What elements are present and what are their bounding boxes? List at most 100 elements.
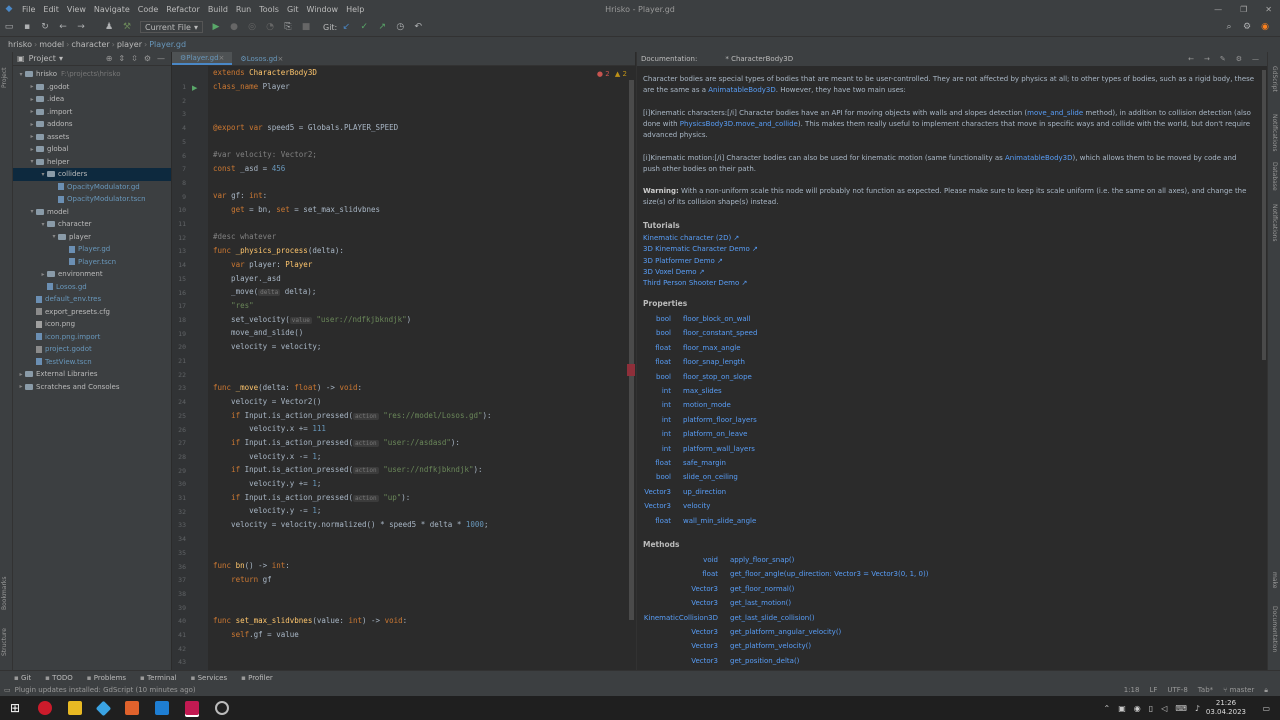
tool-window-git[interactable]: ▪ Git xyxy=(14,674,31,682)
tree-item[interactable]: ▾ helper xyxy=(13,156,171,169)
tree-item[interactable]: Losos.gd xyxy=(13,281,171,294)
method-return-type[interactable]: Vector3 xyxy=(637,628,718,636)
tree-item[interactable]: ▾ model xyxy=(13,206,171,219)
tree-toggle-icon[interactable]: ▸ xyxy=(28,96,36,103)
code-line[interactable]: velocity.x += 111 xyxy=(213,424,326,433)
error-stripe-marker[interactable] xyxy=(627,364,635,376)
tree-toggle-icon[interactable]: ▸ xyxy=(17,383,25,390)
tree-item[interactable]: icon.png.import xyxy=(13,331,171,344)
tree-toggle-icon[interactable]: ▸ xyxy=(28,146,36,153)
code-line[interactable]: player._asd xyxy=(213,274,281,283)
indent-setting[interactable]: Tab* xyxy=(1198,686,1213,695)
tree-toggle-icon[interactable]: ▾ xyxy=(28,158,36,165)
code-line[interactable]: class_name Player xyxy=(213,82,290,91)
menu-item-run[interactable]: Run xyxy=(236,5,251,14)
code-line[interactable]: func bn() -> int: xyxy=(213,561,290,570)
git-rollback-icon[interactable]: ↶ xyxy=(411,20,425,34)
tree-item[interactable]: project.godot xyxy=(13,343,171,356)
method-name[interactable]: apply_floor_snap() xyxy=(730,556,794,564)
git-history-icon[interactable]: ◷ xyxy=(393,20,407,34)
method-name[interactable]: get_platform_angular_velocity() xyxy=(730,628,841,636)
editor-scrollbar[interactable] xyxy=(629,80,634,620)
code-line[interactable]: velocity = Vector2() xyxy=(213,397,321,406)
run-gutter-icon[interactable]: ▶ xyxy=(192,84,197,92)
right-tool-tab[interactable]: Notifications xyxy=(1271,204,1278,242)
collapse-all-icon[interactable]: ⇳ xyxy=(131,54,138,63)
property-name[interactable]: floor_stop_on_slope xyxy=(683,373,752,381)
hide-icon[interactable]: — xyxy=(1252,55,1259,63)
code-line[interactable]: func _move(delta: float) -> void: xyxy=(213,383,362,392)
method-return-type[interactable]: void xyxy=(637,556,718,564)
doc-link[interactable]: move_and_slide xyxy=(1027,109,1083,117)
code-line[interactable]: self.gf = value xyxy=(213,630,299,639)
property-name[interactable]: velocity xyxy=(683,502,710,510)
property-type[interactable]: bool xyxy=(637,329,671,337)
menu-item-code[interactable]: Code xyxy=(138,5,158,14)
tree-item[interactable]: ▸ addons xyxy=(13,118,171,131)
code-line[interactable]: extends CharacterBody3D xyxy=(213,68,317,77)
tree-item[interactable]: ▸ .import xyxy=(13,106,171,119)
tray-volume-icon[interactable]: ◁ xyxy=(1161,704,1167,713)
tree-toggle-icon[interactable]: ▾ xyxy=(39,221,47,228)
method-return-type[interactable]: float xyxy=(637,570,718,578)
right-tool-tab[interactable]: Database xyxy=(1271,162,1278,191)
tool-window-terminal[interactable]: ▪ Terminal xyxy=(140,674,177,682)
code-line[interactable]: velocity = velocity; xyxy=(213,342,321,351)
code-line[interactable]: velocity.y += 1; xyxy=(213,479,321,488)
documentation-tab[interactable]: * CharacterBody3D xyxy=(725,55,793,63)
code-line[interactable]: @export var speed5 = Globals.PLAYER_SPEE… xyxy=(213,123,398,132)
tree-toggle-icon[interactable]: ▸ xyxy=(28,121,36,128)
tray-chevron-icon[interactable]: ⌃ xyxy=(1104,704,1111,713)
property-name[interactable]: floor_block_on_wall xyxy=(683,315,751,323)
tree-item[interactable]: ▸ environment xyxy=(13,268,171,281)
run-config-select[interactable]: Current File ▾ xyxy=(140,21,203,33)
property-type[interactable]: float xyxy=(637,344,671,352)
taskbar-clock[interactable]: 21:26 03.04.2023 xyxy=(1206,699,1246,717)
tray-sound-icon[interactable]: ♪ xyxy=(1195,704,1200,713)
property-name[interactable]: slide_on_ceiling xyxy=(683,473,738,481)
notification-icon[interactable]: ▭ xyxy=(1262,704,1270,713)
tool-window-todo[interactable]: ▪ TODO xyxy=(45,674,73,682)
app-diamond-icon[interactable] xyxy=(95,700,112,716)
project-tool-tab[interactable]: Project xyxy=(1,67,8,88)
app-blue-icon[interactable] xyxy=(155,701,169,715)
project-panel-title[interactable]: Project xyxy=(29,54,56,63)
tree-item[interactable]: TestView.tscn xyxy=(13,356,171,369)
property-name[interactable]: wall_min_slide_angle xyxy=(683,517,756,525)
windows-start-icon[interactable]: ⊞ xyxy=(8,701,22,715)
lock-icon[interactable]: 🔒︎ xyxy=(1264,686,1268,695)
method-name[interactable]: get_last_slide_collision() xyxy=(730,614,815,622)
right-tool-tab[interactable]: GdScript xyxy=(1271,66,1278,92)
forward-icon[interactable]: → xyxy=(1204,55,1210,63)
menu-item-edit[interactable]: Edit xyxy=(43,5,59,14)
property-name[interactable]: platform_on_leave xyxy=(683,430,747,438)
tree-item[interactable]: icon.png xyxy=(13,318,171,331)
chevron-down-icon[interactable]: ▾ xyxy=(59,54,63,63)
method-name[interactable]: get_floor_angle(up_direction: Vector3 = … xyxy=(730,570,928,578)
code-line[interactable]: if Input.is_action_pressed(action "res:/… xyxy=(213,411,492,420)
code-line[interactable]: get = bn, set = set_max_slidvbnes xyxy=(213,205,380,214)
menu-item-view[interactable]: View xyxy=(67,5,86,14)
back-icon[interactable]: ← xyxy=(1188,55,1194,63)
app-orange-icon[interactable] xyxy=(125,701,139,715)
property-name[interactable]: platform_floor_layers xyxy=(683,416,757,424)
profile-icon[interactable]: ◔ xyxy=(263,20,277,34)
property-type[interactable]: bool xyxy=(637,473,671,481)
property-type[interactable]: int xyxy=(637,416,671,424)
search-icon[interactable]: ⌕ xyxy=(1222,20,1236,34)
tree-toggle-icon[interactable]: ▾ xyxy=(39,171,47,178)
tree-item[interactable]: ▸ Scratches and Consoles xyxy=(13,381,171,394)
menu-item-help[interactable]: Help xyxy=(346,5,364,14)
right-tool-tab[interactable]: Notifications xyxy=(1271,114,1278,152)
property-name[interactable]: safe_margin xyxy=(683,459,726,467)
menu-item-build[interactable]: Build xyxy=(208,5,228,14)
property-type[interactable]: Vector3 xyxy=(637,502,671,510)
code-line[interactable]: var player: Player xyxy=(213,260,312,269)
tutorial-link[interactable]: Third Person Shooter Demo ↗ xyxy=(643,278,1255,289)
hammer-icon[interactable]: ⚒ xyxy=(120,20,134,34)
tray-network-icon[interactable]: ◉ xyxy=(1134,704,1141,713)
property-type[interactable]: float xyxy=(637,358,671,366)
menu-item-tools[interactable]: Tools xyxy=(259,5,279,14)
code-line[interactable]: velocity = velocity.normalized() * speed… xyxy=(213,520,488,529)
hide-icon[interactable]: — xyxy=(157,54,165,63)
